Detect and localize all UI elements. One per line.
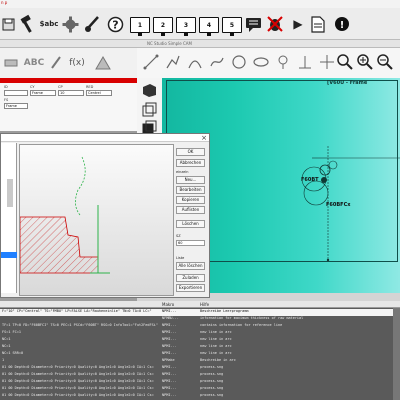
export-button[interactable]: Exportieren xyxy=(176,284,205,292)
fx-button[interactable]: f(x) xyxy=(66,52,88,74)
chat-icon[interactable] xyxy=(243,11,263,37)
output-row[interactable]: NC=1 NPMI... new line in arc xyxy=(0,337,400,344)
point-tool-icon[interactable] xyxy=(273,51,293,73)
list-button[interactable]: Auflisten xyxy=(176,206,205,214)
output-row[interactable]: 01 00 Depth=0 Diameter=0 Priority=0 Qual… xyxy=(0,372,400,379)
drawing-toolbar xyxy=(137,48,400,78)
dialog-list[interactable] xyxy=(1,143,17,293)
delete-button[interactable]: Löschen xyxy=(176,220,205,228)
output-row[interactable]: F="10" CP="Central" TS="FMBU" LP=FALSE L… xyxy=(0,309,400,316)
arc-tool-icon[interactable] xyxy=(185,51,205,73)
label-f60bt: F60BT xyxy=(301,177,319,183)
field-label-red: RED xyxy=(86,85,94,89)
cancel-button[interactable]: Abbrechen xyxy=(176,159,205,167)
ellipse-tool-icon[interactable] xyxy=(251,51,271,73)
field-cy[interactable]: Frame xyxy=(30,90,56,96)
load-button[interactable]: Zuladen xyxy=(176,274,205,282)
dialog-titlebar: × xyxy=(1,134,209,142)
output-row[interactable]: NC=1 NPMI... new line in arc xyxy=(0,344,400,351)
einzeln-label: einzeln xyxy=(176,170,189,174)
abc-button[interactable]: $abc xyxy=(38,11,60,37)
curve-tool-icon[interactable] xyxy=(207,51,227,73)
output-row[interactable]: 01 00 Depth=0 Diameter=0 Priority=0 Qual… xyxy=(0,379,400,386)
tool-profile-drawing xyxy=(19,156,110,274)
gear-icon[interactable] xyxy=(60,11,80,37)
machine-icon[interactable] xyxy=(92,52,114,74)
tool-icon[interactable] xyxy=(2,52,20,74)
svg-text:?: ? xyxy=(112,18,118,31)
dimension-tool-icon[interactable] xyxy=(295,51,315,73)
monitor-3-icon[interactable]: 3 xyxy=(176,17,196,36)
tool-preview xyxy=(19,144,174,296)
alert-icon[interactable]: ! xyxy=(333,11,351,37)
circle-tool-icon[interactable] xyxy=(229,51,249,73)
sz-input[interactable]: 60 xyxy=(176,240,205,246)
document-icon[interactable] xyxy=(309,11,327,37)
zoom-window-icon[interactable] xyxy=(335,51,355,73)
frame-label: [V60U - Frame xyxy=(327,80,368,86)
column-header-hilfe[interactable]: Hilfe xyxy=(200,302,209,307)
edit-button[interactable]: Bearbeiten xyxy=(176,186,205,194)
output-header: Makro Hilfe xyxy=(0,301,400,308)
cursor-tool-icon[interactable] xyxy=(317,51,337,73)
field-fs[interactable]: Frame xyxy=(4,103,28,109)
output-row[interactable]: FS=1 FC=1 NPMI... new line in arc xyxy=(0,330,400,337)
sz-label: SZ xyxy=(176,234,181,238)
drawing-window-title: NC Studio Simple CAM xyxy=(147,41,192,46)
field-label-cy: CY xyxy=(30,85,35,89)
zoom-in-icon[interactable] xyxy=(355,51,375,73)
main-toolbar: $abc ? 1 2 3 4 5 ▶ ! xyxy=(0,8,400,40)
field-label-cp: CP xyxy=(58,85,63,89)
output-row[interactable]: TF=1 TP=0 FD="F60BFCI" TS=0 PEC=1 PSCd="… xyxy=(0,323,400,330)
abc-tool-button[interactable]: ABC xyxy=(22,52,46,74)
column-header-makro[interactable]: Makro xyxy=(162,302,174,307)
output-row[interactable]: 01 00 Depth=0 Diameter=0 Priority=0 Qual… xyxy=(0,365,400,372)
output-row[interactable]: 01 00 Depth=0 Diameter=0 Priority=0 Qual… xyxy=(0,393,400,400)
liste-label: Liste xyxy=(176,256,185,260)
hammer-icon[interactable] xyxy=(17,11,39,37)
field-label-fs: FS xyxy=(4,98,9,102)
left-panel-toolbar: ABC f(x) xyxy=(0,48,137,78)
zoom-out-icon[interactable] xyxy=(375,51,395,73)
output-scrollbar[interactable] xyxy=(393,308,400,400)
ok-button[interactable]: OK xyxy=(176,148,205,156)
list-scrollbar[interactable] xyxy=(7,179,13,207)
monitor-5-icon[interactable]: 5 xyxy=(222,17,242,36)
monitor-2-icon[interactable]: 2 xyxy=(153,17,173,36)
label-f60bfcx: F60BFCx xyxy=(326,202,351,208)
parameter-form: ID CY CP RED Frame 10 Centrel FS Frame xyxy=(0,83,137,131)
output-row[interactable]: 1 NPMake Beschreibe in arc xyxy=(0,358,400,365)
line-tool-icon[interactable] xyxy=(141,51,161,73)
polyline-tool-icon[interactable] xyxy=(163,51,183,73)
svg-text:!: ! xyxy=(340,20,345,31)
output-row[interactable]: NC=1 SRR=0 NPMI... new line in arc xyxy=(0,351,400,358)
tool-dialog: × OK Abbrechen einzeln Neu... Bearbeiten… xyxy=(0,133,210,298)
menu-bar: n p xyxy=(0,0,400,8)
menu-text[interactable]: n p xyxy=(1,0,7,5)
field-cp[interactable]: 10 xyxy=(58,90,84,96)
help-icon[interactable]: ? xyxy=(105,11,125,37)
list-selection[interactable] xyxy=(1,252,17,258)
field-red[interactable]: Centrel xyxy=(86,90,112,96)
play-icon[interactable]: ▶ xyxy=(289,11,307,37)
copy-button[interactable]: Kopieren xyxy=(176,196,205,204)
brush-icon[interactable] xyxy=(82,11,102,37)
pen-icon[interactable] xyxy=(48,52,64,74)
bug-off-icon[interactable] xyxy=(265,11,285,37)
monitor-1-icon[interactable]: 1 xyxy=(130,17,150,36)
cube-wire-icon[interactable] xyxy=(141,102,157,120)
save-icon[interactable] xyxy=(0,11,16,37)
view-cube-strip xyxy=(137,78,162,138)
field-label-id: ID xyxy=(4,85,8,89)
drawing-window-titlebar: NC Studio Simple CAM xyxy=(137,40,400,48)
cube-view-icon[interactable] xyxy=(141,82,157,100)
output-row[interactable]: 01 00 Depth=0 Diameter=0 Priority=0 Qual… xyxy=(0,386,400,393)
close-icon[interactable]: × xyxy=(201,134,207,142)
delete-all-button[interactable]: Alle löschen xyxy=(176,262,205,270)
field-id[interactable] xyxy=(4,90,28,96)
new-button[interactable]: Neu... xyxy=(176,176,205,184)
output-row[interactable]: NFMBU... information for maximum thicknes… xyxy=(0,316,400,323)
monitor-4-icon[interactable]: 4 xyxy=(199,17,219,36)
left-panel-titlebar xyxy=(0,40,137,48)
